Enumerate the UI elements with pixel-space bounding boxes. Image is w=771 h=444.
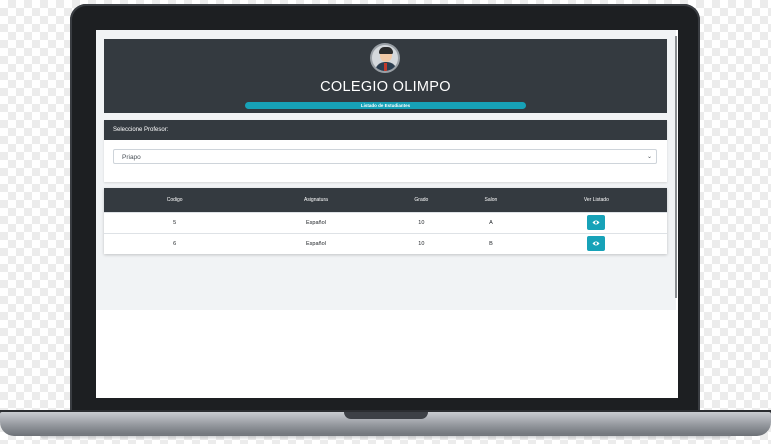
browser-screen: COLEGIO OLIMPO Listado de Estudiantes Se… (96, 30, 678, 398)
profesor-card: Seleccione Profesor: Priapo ⌄ (104, 120, 667, 182)
col-asignatura: Asignatura (303, 196, 328, 203)
cell-ver-listado (526, 212, 667, 233)
ver-listado-button[interactable] (587, 215, 606, 230)
col-salon: Salon (484, 196, 498, 203)
col-codigo: Codigo (166, 196, 183, 203)
cell-grado: 10 (418, 219, 425, 226)
cell-asignatura: Español (306, 219, 326, 226)
profesor-label: Seleccione Profesor: (104, 120, 667, 140)
table-row: 5 Español 10 A (104, 212, 667, 233)
laptop-notch (344, 412, 428, 419)
eye-icon (592, 241, 600, 246)
profesor-select[interactable]: Priapo ⌄ (113, 149, 657, 164)
cell-salon: B (489, 240, 493, 247)
chevron-down-icon: ⌄ (646, 154, 652, 160)
cell-codigo: 6 (173, 240, 177, 247)
col-ver-listado: Ver Listado (583, 196, 609, 203)
asignaturas-table: Codigo Asignatura Grado Salon Ver Listad… (104, 188, 667, 254)
laptop-shadow (40, 434, 731, 440)
subtitle-badge: Listado de Estudiantes (245, 102, 526, 109)
table-header-row: Codigo Asignatura Grado Salon Ver Listad… (104, 188, 667, 212)
col-grado: Grado (414, 196, 429, 203)
ver-listado-button[interactable] (587, 236, 606, 252)
cell-ver-listado (526, 233, 667, 254)
page-header: COLEGIO OLIMPO Listado de Estudiantes (104, 39, 667, 113)
cell-codigo: 5 (173, 219, 177, 226)
table-row: 6 Español 10 B (104, 233, 667, 254)
teacher-avatar-icon (370, 43, 400, 73)
eye-icon (592, 220, 600, 225)
page-title: COLEGIO OLIMPO (320, 79, 451, 95)
cell-grado: 10 (418, 240, 425, 247)
cell-salon: A (489, 219, 493, 226)
profesor-selected-value: Priapo (122, 154, 141, 161)
scrollbar[interactable] (675, 36, 677, 298)
cell-asignatura: Español (306, 240, 326, 247)
